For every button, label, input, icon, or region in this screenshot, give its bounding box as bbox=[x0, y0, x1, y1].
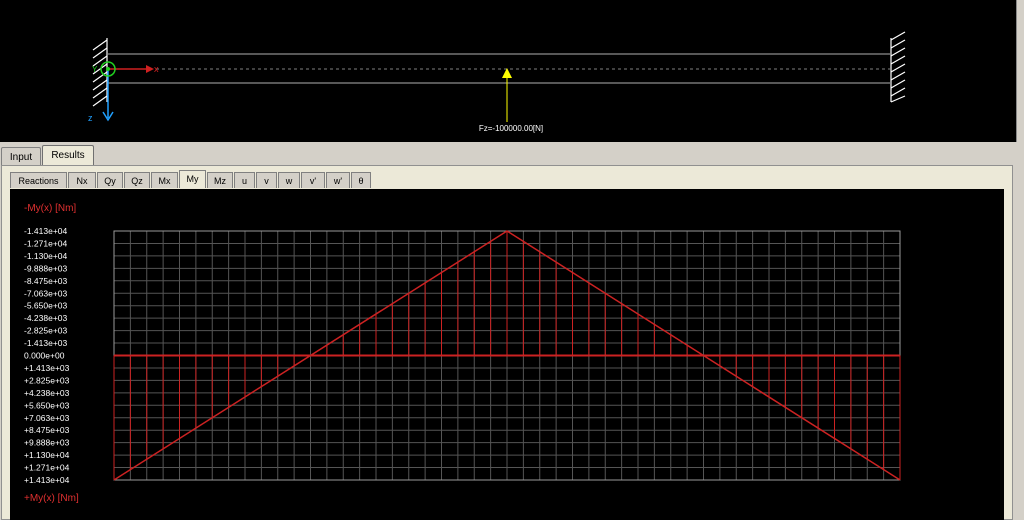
subtab-5[interactable]: My bbox=[179, 170, 206, 188]
y-tick-label: -5.650e+03 bbox=[24, 301, 68, 311]
subtab-12[interactable]: θ bbox=[351, 172, 371, 188]
subtab-11[interactable]: w' bbox=[326, 172, 350, 188]
y-tick-label: +4.238e+03 bbox=[24, 388, 70, 398]
y-tick-label: +1.271e+04 bbox=[24, 463, 70, 473]
y-tick-label: 0.000e+00 bbox=[24, 351, 65, 361]
y-tick-label: -4.238e+03 bbox=[24, 313, 68, 323]
subtab-2[interactable]: Qy bbox=[97, 172, 123, 188]
subtab-1[interactable]: Nx bbox=[68, 172, 96, 188]
y-tick-label: -8.475e+03 bbox=[24, 276, 68, 286]
y-axis-label: Y bbox=[92, 65, 98, 74]
y-tick-label: -1.130e+04 bbox=[24, 251, 68, 261]
y-tick-label: +1.413e+03 bbox=[24, 363, 70, 373]
tab-input[interactable]: Input bbox=[1, 147, 41, 166]
y-tick-label: -9.888e+03 bbox=[24, 263, 68, 273]
y-tick-label: -1.271e+04 bbox=[24, 238, 68, 248]
y-tick-label: +9.888e+03 bbox=[24, 438, 70, 448]
z-axis-label: z bbox=[88, 113, 93, 123]
right-fixed-support-icon bbox=[890, 31, 906, 103]
subtab-4[interactable]: Mx bbox=[151, 172, 178, 188]
y-tick-label: +8.475e+03 bbox=[24, 425, 70, 435]
y-tick-label: -2.825e+03 bbox=[24, 326, 68, 336]
y-tick-label: +2.825e+03 bbox=[24, 375, 70, 385]
subtab-7[interactable]: u bbox=[234, 172, 255, 188]
y-tick-label: +5.650e+03 bbox=[24, 400, 70, 410]
y-tick-labels: -1.413e+04 -1.271e+04 -1.130e+04 -9.888e+03… bbox=[24, 226, 70, 485]
beam-model-canvas: x z Y Fz=-100000.00[N] bbox=[88, 31, 906, 133]
beam-model-view: x z Y Fz=-100000.00[N] bbox=[0, 0, 1017, 142]
subtab-9[interactable]: w bbox=[278, 172, 300, 188]
subtab-8[interactable]: v bbox=[256, 172, 277, 188]
chart-title-bottom: +My(x) [Nm] bbox=[24, 493, 79, 504]
moment-diagram-chart: -My(x) [Nm] +My(x) [Nm] -1.413e+04 -1.271… bbox=[24, 203, 901, 504]
subtab-0[interactable]: Reactions bbox=[10, 172, 67, 188]
subtab-3[interactable]: Qz bbox=[124, 172, 150, 188]
y-tick-label: -1.413e+04 bbox=[24, 226, 68, 236]
y-tick-label: +1.413e+04 bbox=[24, 475, 70, 485]
y-tick-label: +7.063e+03 bbox=[24, 413, 70, 423]
chart-title-top: -My(x) [Nm] bbox=[24, 203, 76, 214]
subtab-6[interactable]: Mz bbox=[207, 172, 233, 188]
y-tick-label: -7.063e+03 bbox=[24, 288, 68, 298]
x-axis-arrowhead-icon bbox=[146, 65, 154, 73]
point-load-label: Fz=-100000.00[N] bbox=[479, 124, 543, 133]
subtab-10[interactable]: v' bbox=[301, 172, 325, 188]
y-tick-label: -1.413e+03 bbox=[24, 338, 68, 348]
y-axis-origin-dot-icon bbox=[106, 67, 110, 71]
tab-results[interactable]: Results bbox=[42, 145, 94, 166]
y-tick-label: +1.130e+04 bbox=[24, 450, 70, 460]
moment-diagram-panel: -My(x) [Nm] +My(x) [Nm] -1.413e+04 -1.271… bbox=[10, 189, 1004, 520]
x-axis-label: x bbox=[154, 64, 159, 74]
